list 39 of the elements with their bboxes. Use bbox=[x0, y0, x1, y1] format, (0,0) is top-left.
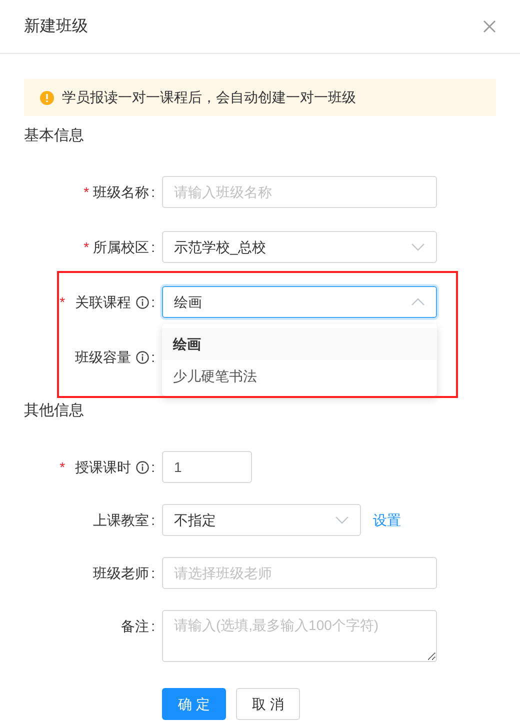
field-label: 授课课时 bbox=[75, 458, 132, 476]
label-colon: : bbox=[151, 458, 155, 476]
field-label: 关联课程 bbox=[75, 292, 132, 312]
dropdown-option[interactable]: 绘画 bbox=[162, 328, 437, 360]
notice-text: 学员报读一对一课程后，会自动创建一对一班级 bbox=[62, 88, 356, 107]
label-colon: : bbox=[151, 348, 155, 366]
label-colon: : bbox=[151, 238, 155, 256]
select-field[interactable]: 示范学校_总校 bbox=[162, 231, 437, 263]
section-title: 基本信息 bbox=[24, 127, 84, 144]
required-mark: * bbox=[84, 238, 90, 256]
label-colon: : bbox=[151, 617, 155, 636]
label-colon: : bbox=[151, 292, 155, 312]
text-field[interactable]: 请选择班级老师 bbox=[162, 557, 437, 589]
close-icon[interactable] bbox=[483, 20, 496, 33]
dialog-title: 新建班级 bbox=[24, 16, 88, 36]
chevron-up-icon bbox=[411, 298, 425, 306]
field-label: 班级名称 bbox=[93, 182, 150, 202]
required-mark: * bbox=[84, 182, 90, 202]
notes-field[interactable]: 请输入(选填,最多输入100个字符) bbox=[162, 610, 437, 662]
field-label: 班级老师 bbox=[93, 564, 150, 582]
field-label: 班级容量 bbox=[75, 348, 132, 366]
chevron-down-icon bbox=[411, 243, 425, 251]
chevron-down-icon bbox=[335, 516, 349, 524]
field-label: 所属校区 bbox=[93, 238, 150, 256]
select-field[interactable]: 绘画 bbox=[162, 286, 437, 318]
dropdown-option[interactable]: 少儿硬笔书法 bbox=[162, 360, 437, 392]
cancel-button[interactable]: 取 消 bbox=[236, 688, 300, 720]
label-colon: : bbox=[151, 510, 155, 530]
number-field[interactable]: 1 bbox=[162, 451, 252, 483]
required-mark: * bbox=[60, 292, 66, 312]
field-label: 上课教室 bbox=[93, 510, 150, 530]
section-title: 其他信息 bbox=[24, 402, 84, 419]
label-colon: : bbox=[151, 182, 155, 202]
warning-icon bbox=[40, 90, 54, 104]
field-label: 备注 bbox=[121, 617, 150, 636]
required-mark: * bbox=[60, 458, 66, 476]
text-field[interactable]: 请输入班级名称 bbox=[162, 176, 437, 208]
label-colon: : bbox=[151, 564, 155, 582]
select-field[interactable]: 不指定 bbox=[162, 504, 361, 536]
